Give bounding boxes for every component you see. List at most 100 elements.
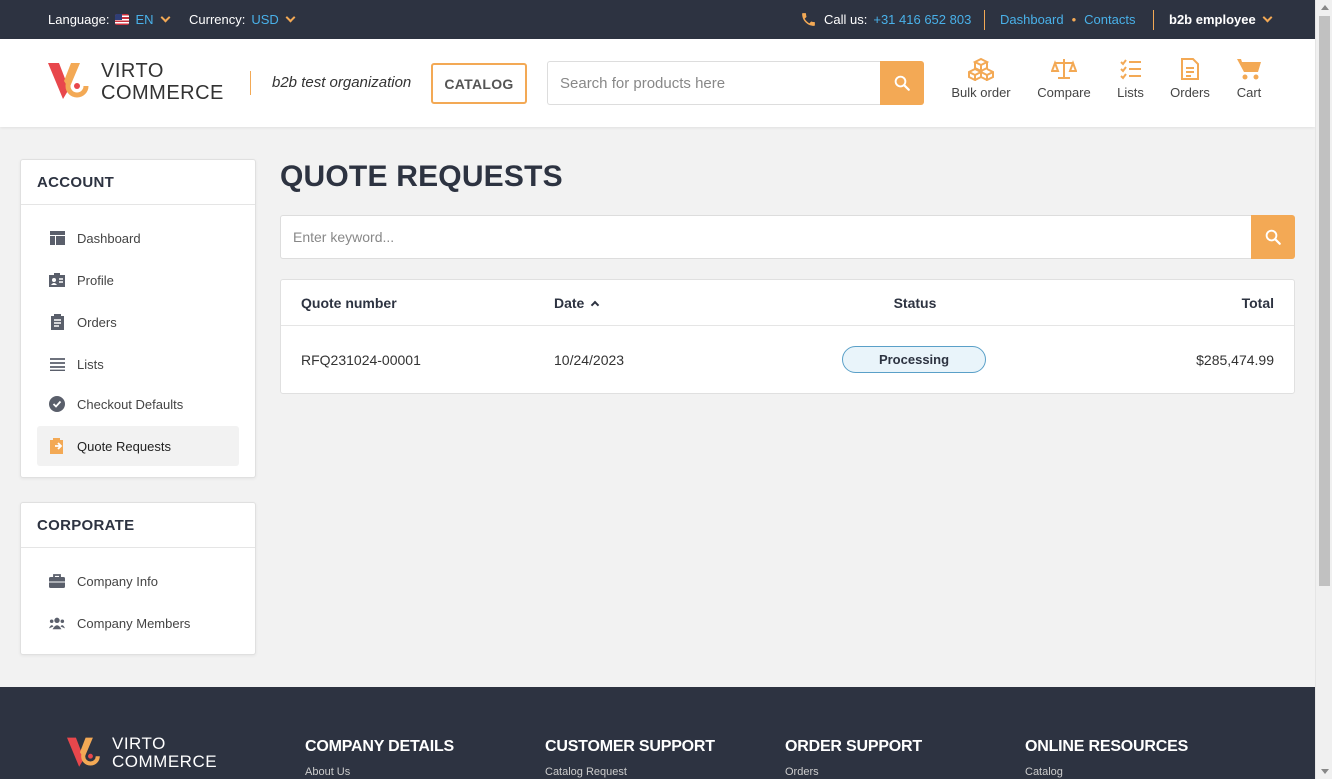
footer-heading: ORDER SUPPORT xyxy=(785,738,922,755)
dashboard-link[interactable]: Dashboard xyxy=(1000,12,1064,27)
date-cell: 10/24/2023 xyxy=(554,351,625,368)
sidebar-item-label: Orders xyxy=(77,314,117,330)
scrollbar-thumb[interactable] xyxy=(1319,16,1330,586)
language-value: EN xyxy=(135,12,154,27)
page-scrollbar[interactable] xyxy=(1315,0,1332,779)
status-cell: Processing xyxy=(842,326,986,393)
status-badge: Processing xyxy=(842,346,986,373)
keyword-search-button[interactable] xyxy=(1251,215,1295,259)
catalog-button[interactable]: CATALOG xyxy=(431,63,527,104)
keyword-search-input[interactable] xyxy=(280,215,1251,259)
compare-button[interactable]: Compare xyxy=(1036,57,1092,100)
sidebar-item-label: Dashboard xyxy=(77,230,141,246)
orders-label: Orders xyxy=(1170,85,1210,100)
cart-button[interactable]: Cart xyxy=(1234,57,1264,100)
footer-link[interactable]: Orders xyxy=(785,766,922,778)
topbar-links: Dashboard • Contacts xyxy=(1000,0,1135,39)
org-divider xyxy=(250,71,251,95)
account-menu: ACCOUNT Dashboard Profile Orders Lists C… xyxy=(20,159,256,478)
document-icon xyxy=(1181,58,1199,80)
search-button[interactable] xyxy=(880,61,924,105)
quotes-table: Quote number Date Status Total RFQ231024… xyxy=(280,279,1295,394)
call-label: Call us: xyxy=(824,12,868,27)
boxes-icon xyxy=(968,57,994,81)
logo-line2: COMMERCE xyxy=(112,752,218,771)
sidebar-item-label: Lists xyxy=(77,356,104,372)
checklist-icon xyxy=(1119,59,1141,80)
sidebar-item-label: Profile xyxy=(77,272,114,288)
header-divider xyxy=(281,325,1294,326)
product-search xyxy=(547,61,924,105)
sidebar-item-label: Company Info xyxy=(77,573,158,589)
page-title: QUOTE REQUESTS xyxy=(280,160,563,193)
sidebar-item-company-info[interactable]: Company Info xyxy=(37,561,239,601)
language-selector[interactable]: Language: EN xyxy=(48,0,170,39)
virto-logo-icon xyxy=(48,63,89,99)
currency-value: USD xyxy=(251,12,279,27)
orders-button[interactable]: Orders xyxy=(1168,57,1212,100)
logo-line2: COMMERCE xyxy=(101,82,224,104)
bullet-separator: • xyxy=(1071,12,1077,27)
logo-text: VIRTO COMMERCE xyxy=(101,60,224,104)
footer-link[interactable]: Catalog xyxy=(1025,766,1188,778)
sidebar-item-profile[interactable]: Profile xyxy=(37,260,239,300)
column-header-quote-number[interactable]: Quote number xyxy=(301,280,397,325)
quote-request-icon xyxy=(49,438,65,454)
lists-button[interactable]: Lists xyxy=(1115,57,1146,100)
sidebar-item-label: Company Members xyxy=(77,615,191,631)
sort-ascending-icon xyxy=(591,300,600,309)
scroll-down-arrow-icon[interactable] xyxy=(1321,769,1329,774)
top-bar: Language: EN Currency: USD Call us: +31 … xyxy=(0,0,1315,39)
check-circle-icon xyxy=(49,396,65,412)
sidebar-item-dashboard[interactable]: Dashboard xyxy=(37,218,239,258)
lists-label: Lists xyxy=(1117,85,1144,100)
logo[interactable]: VIRTO COMMERCE xyxy=(47,60,224,104)
sidebar-item-company-members[interactable]: Company Members xyxy=(37,603,239,643)
sidebar-item-lists[interactable]: Lists xyxy=(37,344,239,384)
sidebar-item-orders[interactable]: Orders xyxy=(37,302,239,342)
corporate-title: CORPORATE xyxy=(21,503,255,548)
profile-card-icon xyxy=(49,272,65,288)
column-header-label: Date xyxy=(554,294,585,311)
currency-selector[interactable]: Currency: USD xyxy=(189,0,296,39)
chevron-down-icon xyxy=(1262,12,1273,23)
search-icon xyxy=(1265,229,1281,245)
user-menu[interactable]: b2b employee xyxy=(1169,0,1273,39)
cart-label: Cart xyxy=(1236,85,1262,100)
footer-heading: CUSTOMER SUPPORT xyxy=(545,738,715,755)
quote-number-cell[interactable]: RFQ231024-00001 xyxy=(301,326,421,393)
footer-logo-text: VIRTO COMMERCE xyxy=(112,735,217,771)
footer-column-company-details: COMPANY DETAILS About Us xyxy=(305,738,454,778)
product-search-input[interactable] xyxy=(547,61,880,105)
keyword-search xyxy=(280,215,1295,259)
footer-logo[interactable]: VIRTO COMMERCE xyxy=(66,735,217,771)
search-icon xyxy=(894,75,910,91)
divider xyxy=(1153,10,1154,30)
bulk-order-label: Bulk order xyxy=(951,85,1011,100)
scroll-up-arrow-icon[interactable] xyxy=(1321,5,1329,10)
column-header-date[interactable]: Date xyxy=(554,280,600,325)
footer-link[interactable]: About Us xyxy=(305,766,454,778)
bulk-order-button[interactable]: Bulk order xyxy=(948,57,1014,100)
footer-column-online-resources: ONLINE RESOURCES Catalog xyxy=(1025,738,1188,778)
sidebar-item-label: Checkout Defaults xyxy=(77,396,184,412)
column-header-status[interactable]: Status xyxy=(841,280,989,325)
footer-heading: ONLINE RESOURCES xyxy=(1025,738,1189,755)
logo-line1: VIRTO xyxy=(101,60,164,82)
phone-link[interactable]: +31 416 652 803 xyxy=(873,12,971,27)
sidebar-item-quote-requests[interactable]: Quote Requests xyxy=(37,426,239,466)
column-header-total[interactable]: Total xyxy=(1242,280,1274,325)
sidebar-item-label: Quote Requests xyxy=(77,438,171,454)
user-name: b2b employee xyxy=(1169,12,1256,27)
corporate-menu: CORPORATE Company Info Company Members xyxy=(20,502,256,655)
footer-column-order-support: ORDER SUPPORT Orders xyxy=(785,738,922,778)
dashboard-icon xyxy=(49,230,65,246)
footer-heading: COMPANY DETAILS xyxy=(305,738,455,755)
currency-label: Currency: xyxy=(189,12,246,27)
contacts-link[interactable]: Contacts xyxy=(1084,12,1135,27)
header: VIRTO COMMERCE b2b test organization CAT… xyxy=(0,39,1315,127)
footer-link[interactable]: Catalog Request xyxy=(545,766,715,778)
sidebar-item-checkout-defaults[interactable]: Checkout Defaults xyxy=(37,384,239,424)
call-us: Call us: +31 416 652 803 xyxy=(800,0,971,39)
phone-icon xyxy=(800,11,817,28)
